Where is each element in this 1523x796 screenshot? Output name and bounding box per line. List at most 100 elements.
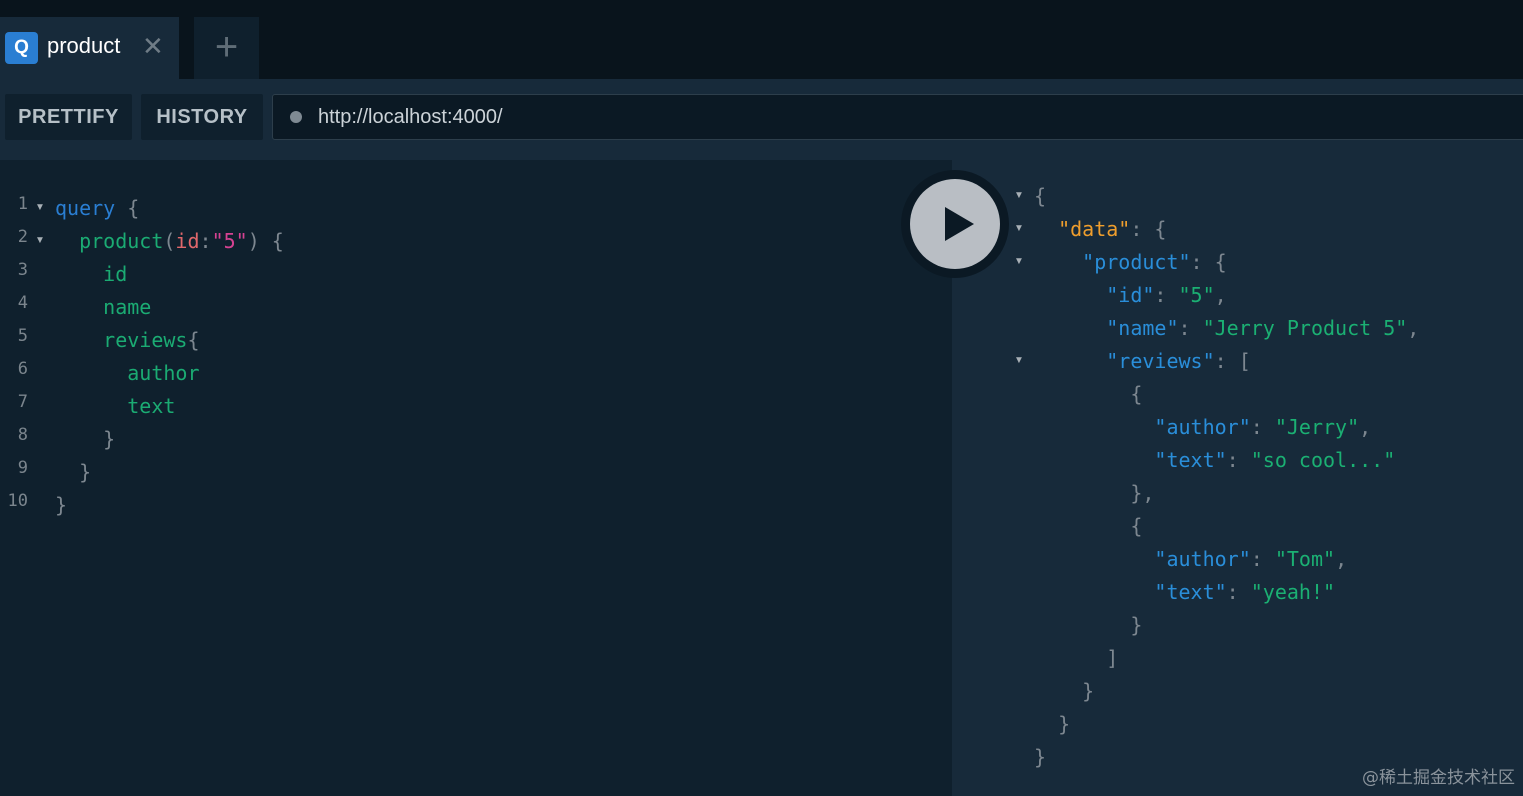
result-token: "text" [1034, 448, 1227, 472]
code-line: text [55, 394, 175, 418]
watermark: @稀土掘金技术社区 [1362, 768, 1515, 788]
result-token: "Tom" [1274, 547, 1336, 571]
result-token: "name" [1034, 316, 1179, 340]
result-token: , [1359, 415, 1372, 439]
result-token: }, [1034, 481, 1155, 505]
code-line: } [55, 427, 115, 451]
result-line: }, [1034, 481, 1154, 505]
result-token: "yeah!" [1250, 580, 1336, 604]
code-line: name [55, 295, 151, 319]
result-line: "text": "yeah!" [1034, 580, 1335, 604]
result-token: ] [1034, 646, 1119, 670]
result-token: "reviews" [1034, 349, 1215, 373]
line-number: 9 [17, 458, 28, 478]
result-line: "id": "5", [1034, 283, 1227, 307]
code-token: author [55, 361, 200, 385]
code-token: "5" [211, 229, 248, 253]
code-token: ( [163, 229, 176, 253]
code-line: query { [55, 196, 139, 220]
line-number: 5 [17, 326, 28, 346]
result-token: , [1407, 316, 1420, 340]
endpoint-url-input[interactable]: http://localhost:4000/ [272, 94, 1523, 140]
result-token: : { [1130, 217, 1167, 241]
fold-arrow-icon[interactable]: ▼ [1014, 256, 1024, 267]
result-line: } [1034, 712, 1070, 736]
result-token: } [1034, 613, 1143, 637]
result-line: "reviews": [ [1034, 349, 1251, 373]
result-line: ] [1034, 646, 1118, 670]
connection-status-icon [290, 111, 302, 123]
tab-bar: Q product ✕ + [0, 0, 1523, 79]
result-line: { [1034, 184, 1046, 208]
code-line: product(id:"5") { [55, 229, 284, 253]
fold-arrow-icon[interactable]: ▼ [1014, 355, 1024, 366]
result-line: } [1034, 745, 1046, 769]
result-token: "data" [1034, 217, 1131, 241]
code-token: name [55, 295, 152, 319]
code-line: author [55, 361, 200, 385]
prettify-button[interactable]: PRETTIFY [5, 94, 132, 140]
line-number: 4 [17, 293, 28, 313]
result-line: "text": "so cool..." [1034, 448, 1395, 472]
line-number: 6 [17, 359, 28, 379]
fold-arrow-icon[interactable]: ▼ [1014, 223, 1024, 234]
fold-arrow-icon[interactable]: ▼ [1014, 190, 1024, 201]
result-token: { [1034, 184, 1047, 208]
play-button-circle[interactable] [910, 179, 1000, 269]
close-icon[interactable]: ✕ [142, 31, 164, 61]
result-token: { [1034, 514, 1143, 538]
result-token: : [ [1214, 349, 1251, 373]
line-number: 3 [17, 260, 28, 280]
code-token: product [55, 229, 164, 253]
execute-query-button[interactable] [901, 170, 1009, 278]
result-token: } [1034, 679, 1095, 703]
result-token: : [1226, 448, 1251, 472]
result-token: "so cool..." [1250, 448, 1396, 472]
code-line: reviews{ [55, 328, 199, 352]
result-token: "author" [1034, 415, 1251, 439]
result-token: { [1034, 382, 1143, 406]
code-token: } [55, 427, 116, 451]
result-line: { [1034, 382, 1142, 406]
code-token: query [55, 196, 116, 220]
endpoint-url-text: http://localhost:4000/ [318, 106, 503, 128]
code-token: ) { [247, 229, 284, 253]
code-token: : [199, 229, 212, 253]
result-line: "author": "Tom", [1034, 547, 1347, 571]
fold-arrow-icon[interactable]: ▼ [35, 202, 45, 213]
code-token: { [115, 196, 140, 220]
result-token: } [1034, 712, 1071, 736]
query-editor[interactable]: 1 ▼ query {2 ▼ product(id:"5") {3 id 4 name 5… [0, 160, 952, 796]
result-viewer: ▼{▼ "data": {▼ "product": { "id": "5", "… [952, 144, 1523, 796]
code-line: } [55, 493, 67, 517]
code-token: text [55, 394, 176, 418]
line-number: 8 [17, 425, 28, 445]
fold-arrow-icon[interactable]: ▼ [35, 235, 45, 246]
line-number: 10 [7, 491, 28, 511]
code-token: reviews [55, 328, 188, 352]
result-token: , [1214, 283, 1227, 307]
code-token: } [55, 493, 68, 517]
result-token: : [1154, 283, 1179, 307]
result-line: } [1034, 679, 1094, 703]
result-token: "Jerry Product 5" [1202, 316, 1408, 340]
result-token: "5" [1178, 283, 1215, 307]
tab-title: product [47, 33, 121, 58]
result-line: "author": "Jerry", [1034, 415, 1371, 439]
result-token: "product" [1034, 250, 1191, 274]
code-line: } [55, 460, 91, 484]
result-token: , [1335, 547, 1348, 571]
tab-product[interactable]: Q product ✕ [0, 17, 179, 79]
history-button[interactable]: HISTORY [141, 94, 263, 140]
result-token: : [1250, 547, 1275, 571]
result-token: "id" [1034, 283, 1155, 307]
result-line: { [1034, 514, 1142, 538]
result-token: "text" [1034, 580, 1227, 604]
result-token: : [1250, 415, 1275, 439]
result-line: } [1034, 613, 1142, 637]
new-tab-button[interactable]: + [194, 17, 259, 79]
line-number: 1 [17, 194, 28, 214]
result-line: "name": "Jerry Product 5", [1034, 316, 1419, 340]
result-token: } [1034, 745, 1047, 769]
result-token: : { [1190, 250, 1227, 274]
